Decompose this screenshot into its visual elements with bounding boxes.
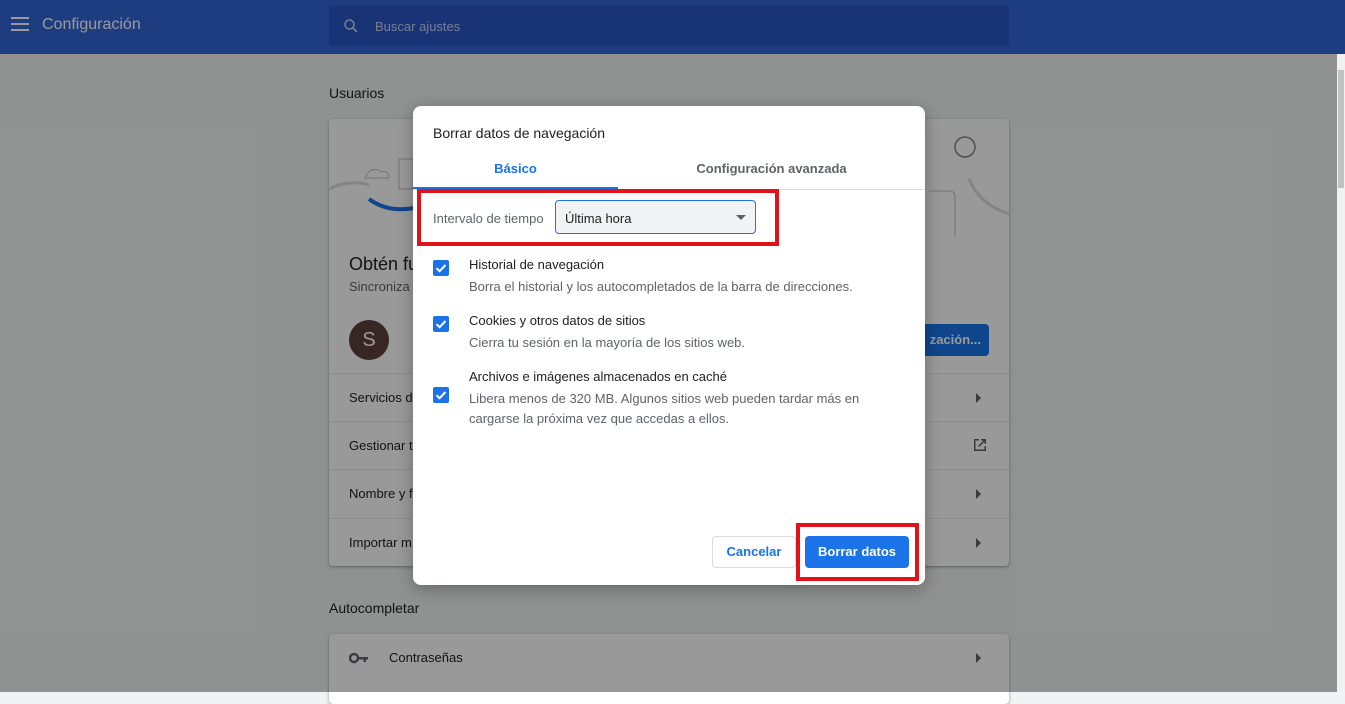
cancel-button[interactable]: Cancelar — [712, 536, 796, 568]
tab-basic[interactable]: Básico — [413, 161, 618, 176]
option-title: Historial de navegación — [469, 257, 605, 272]
dialog-title: Borrar datos de navegación — [433, 125, 605, 141]
highlight-time-range — [417, 189, 779, 246]
option-title: Archivos e imágenes almacenados en caché — [469, 369, 727, 384]
scrollbar-thumb[interactable] — [1338, 70, 1344, 188]
option-description: Cierra tu sesión en la mayoría de los si… — [469, 335, 746, 350]
option-description: Borra el historial y los autocompletados… — [469, 279, 853, 294]
clear-browsing-data-dialog: Borrar datos de navegación Básico Config… — [413, 106, 925, 585]
checkbox-history[interactable] — [433, 260, 449, 276]
option-description: Libera menos de 320 MB. Algunos sitios w… — [469, 391, 860, 426]
scrollbar[interactable] — [1337, 54, 1345, 692]
option-title: Cookies y otros datos de sitios — [469, 313, 646, 328]
checkbox-cache[interactable] — [433, 387, 449, 403]
highlight-clear-button — [796, 523, 919, 581]
checkbox-cookies[interactable] — [433, 316, 449, 332]
tab-advanced[interactable]: Configuración avanzada — [618, 161, 925, 176]
